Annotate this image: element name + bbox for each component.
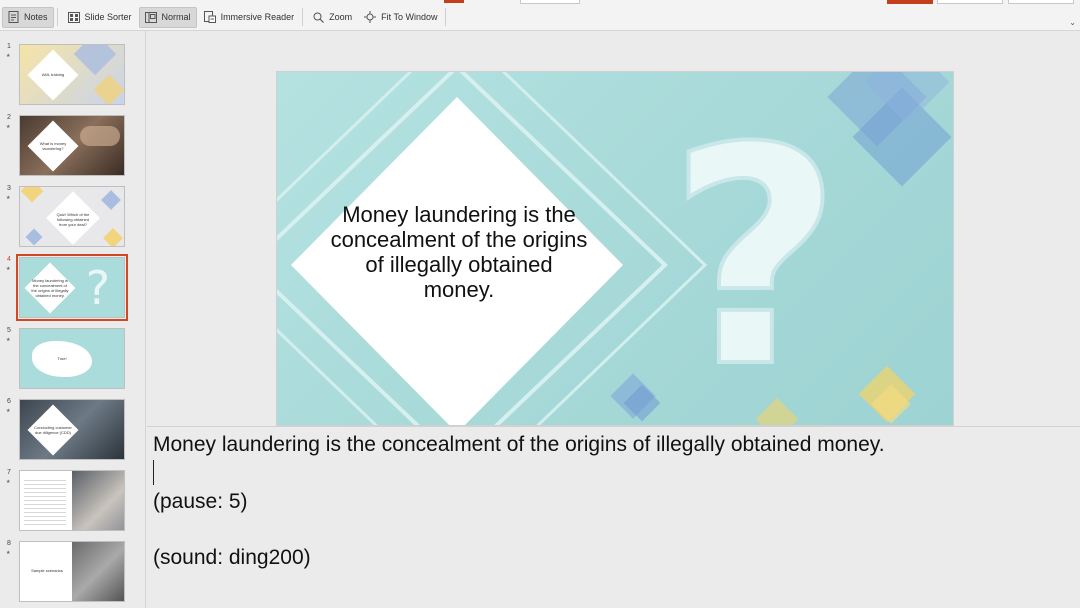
zoom-icon [313,12,325,23]
slide-preview-title: AML training [41,72,65,77]
normal-view-icon [144,11,157,23]
animation-star-icon: ★ [6,53,11,59]
slide-thumbnail-5[interactable]: 5 ★ True! [0,327,146,391]
immersive-reader-button[interactable]: Immersive Reader [199,7,300,28]
slide-sorter-button[interactable]: Slide Sorter [63,7,137,28]
current-slide[interactable]: ? Money laundering is the concealment of… [276,71,954,426]
slide-thumbnail-1[interactable]: 1 ★ AML training [0,43,146,107]
zoom-button[interactable]: Zoom [308,7,357,28]
animation-star-icon: ★ [6,479,11,485]
fit-to-window-label: Fit To Window [381,12,438,22]
slide-sorter-label: Slide Sorter [84,12,132,22]
slide-preview-title: Sample scenarios [31,568,63,573]
slide-thumbnail-3[interactable]: 3 ★ Quiz! Which of the following obtaine… [0,185,146,249]
chevron-down-icon[interactable]: ⌄ [1069,18,1076,27]
slide-thumbnail-7[interactable]: 7 ★ [0,469,146,533]
slide-number: 3 [7,185,11,192]
slide-preview: Quiz! Which of the following obtained fr… [19,186,125,247]
slide-preview-selected: ? Money laundering is the concealment of… [16,254,128,321]
notes-line-1[interactable]: Money laundering is the concealment of t… [153,433,885,457]
toolbar-divider [445,8,447,26]
toolbar-divider [56,8,58,26]
text-cursor [153,460,154,485]
svg-text:?: ? [668,84,842,426]
slide-preview: What is money laundering? [19,115,125,176]
slide-thumbnail-2[interactable]: 2 ★ What is money laundering? [0,114,146,178]
notes-button[interactable]: Notes [2,6,54,28]
animation-star-icon: ★ [6,124,11,130]
slide-thumbnail-6[interactable]: 6 ★ Conducting customer due diligence (C… [0,398,146,462]
immersive-reader-label: Immersive Reader [220,12,295,22]
slide-thumbnail-8[interactable]: 8 ★ Sample scenarios [0,540,146,604]
slide-preview-title: Quiz! Which of the following obtained fr… [56,212,90,227]
slide-preview [19,470,125,531]
slide-preview: True! [19,328,125,389]
slide-preview: Sample scenarios [19,541,125,602]
slide-number: 1 [7,43,11,50]
slide-number: 7 [7,469,11,476]
slide-number: 6 [7,398,11,405]
slide-preview: Conducting customer due diligence (CDD) [19,399,125,460]
speaker-notes-pane[interactable]: Money laundering is the concealment of t… [147,426,1080,608]
animation-star-icon: ★ [6,266,11,272]
slide-preview-title: What is money laundering? [39,141,67,151]
normal-view-button[interactable]: Normal [138,6,197,28]
notes-icon [8,11,19,23]
toolbar-divider [302,8,304,26]
view-toolbar: Notes Slide Sorter Normal Immersive Read… [0,4,1080,31]
slide-canvas[interactable]: ? Money laundering is the concealment of… [147,31,1080,426]
notes-line-3[interactable]: (sound: ding200) [153,546,311,570]
slide-preview-title: Money laundering is the concealment of t… [31,278,69,298]
notes-label: Notes [24,12,48,22]
slide-sorter-icon [67,11,80,23]
slide-preview-title: Conducting customer due diligence (CDD) [34,425,72,435]
normal-view-label: Normal [161,12,191,22]
immersive-reader-icon [203,11,216,23]
notes-line-2[interactable]: (pause: 5) [153,490,248,514]
animation-star-icon: ★ [6,408,11,414]
slide-thumbnail-4[interactable]: 4 ★ ? Money laundering is the concealmen… [0,254,146,321]
animation-star-icon: ★ [6,337,11,343]
slide-title[interactable]: Money laundering is the concealment of t… [329,202,589,302]
slide-preview-title: True! [57,356,67,361]
animation-star-icon: ★ [6,195,11,201]
slide-number: 4 [7,256,11,263]
slide-thumbnail-panel[interactable]: 1 ★ AML training 2 ★ What is money laund… [0,31,146,608]
slide-preview: AML training [19,44,125,105]
slide-number: 8 [7,540,11,547]
slide-number: 2 [7,114,11,121]
animation-star-icon: ★ [6,550,11,556]
zoom-label: Zoom [329,12,353,22]
fit-to-window-button[interactable]: Fit To Window [359,7,442,28]
ribbon-tab-indicator [444,0,464,3]
slide-number: 5 [7,327,11,334]
fit-to-window-icon [364,11,377,23]
